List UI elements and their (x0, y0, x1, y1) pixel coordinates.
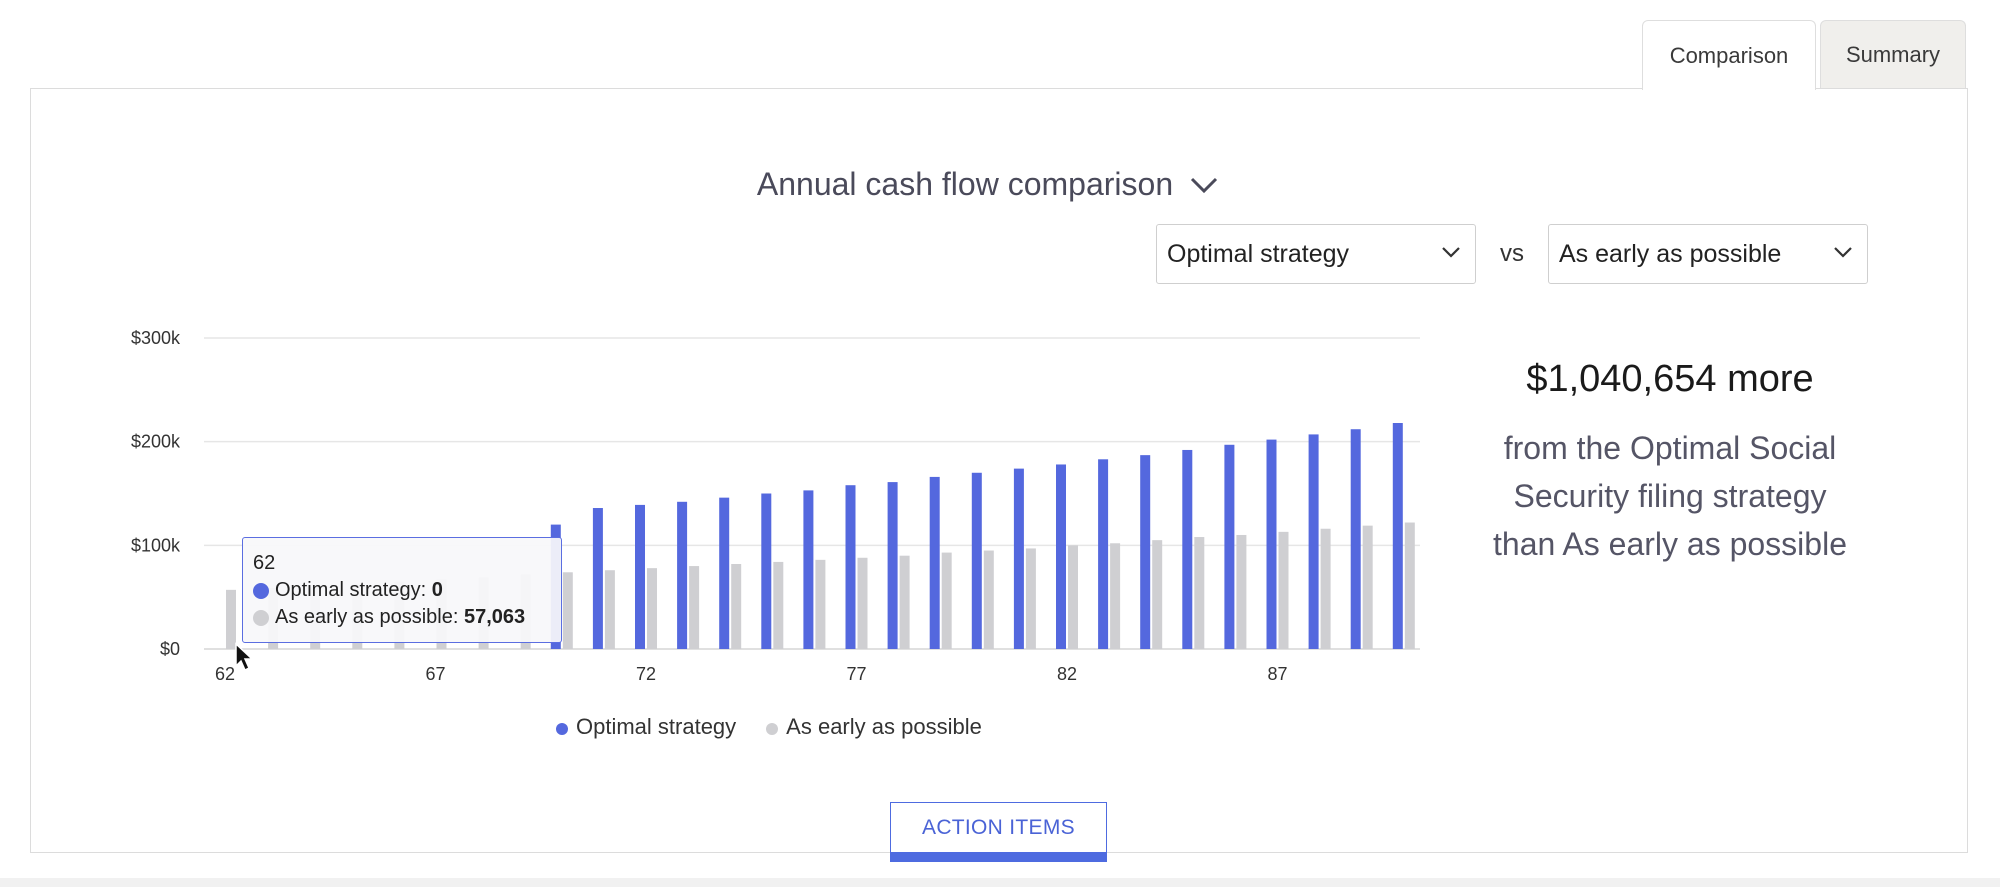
x-tick-label: 67 (425, 664, 445, 684)
tooltip-row-early: As early as possible: 57,063 (253, 604, 551, 631)
bar-optimal[interactable] (1182, 449, 1193, 649)
action-items-button[interactable]: ACTION ITEMS (890, 802, 1107, 862)
bar-early[interactable] (1320, 528, 1331, 649)
tooltip-label-optimal: Optimal strategy: 0 (275, 579, 443, 601)
bar-optimal[interactable] (1266, 439, 1277, 649)
x-tick-label: 87 (1267, 664, 1287, 684)
chart-tooltip: 62 Optimal strategy: 0 As early as possi… (242, 537, 562, 643)
bar-early[interactable] (941, 552, 952, 649)
bar-early[interactable] (689, 566, 700, 649)
bar-optimal[interactable] (845, 485, 856, 649)
bar-optimal[interactable] (803, 490, 814, 649)
tab-comparison[interactable]: Comparison (1642, 20, 1816, 90)
x-tick-label: 82 (1057, 664, 1077, 684)
bar-early[interactable] (604, 570, 615, 649)
bar-optimal[interactable] (1350, 429, 1361, 649)
bar-early[interactable] (899, 555, 910, 649)
x-tick-label: 77 (846, 664, 866, 684)
bar-early[interactable] (731, 563, 742, 649)
legend-item-early[interactable]: As early as possible (766, 714, 982, 740)
bar-optimal[interactable] (1056, 464, 1066, 649)
summary-amount: $1,040,654 more (1526, 358, 1814, 400)
bar-optimal[interactable] (929, 476, 940, 649)
bar-early[interactable] (815, 559, 826, 649)
y-tick-label: $200k (131, 432, 181, 452)
bar-optimal[interactable] (761, 493, 772, 650)
summary-line-3: than As early as possible (1493, 526, 1847, 562)
bar-optimal[interactable] (1098, 459, 1109, 649)
y-tick-label: $0 (160, 639, 180, 659)
bar-early[interactable] (983, 550, 994, 649)
bar-early[interactable] (857, 557, 868, 649)
bar-optimal[interactable] (719, 497, 730, 649)
bar-early[interactable] (1278, 531, 1289, 649)
bar-early[interactable] (1236, 534, 1247, 649)
tooltip-dot-early (253, 609, 269, 626)
tooltip-dot-optimal (253, 582, 269, 599)
tooltip-title: 62 (253, 552, 276, 574)
tooltip-row-optimal: Optimal strategy: 0 (253, 577, 551, 604)
legend-item-optimal[interactable]: Optimal strategy (556, 714, 736, 740)
bar-early[interactable] (647, 568, 657, 649)
bar-optimal[interactable] (592, 508, 603, 649)
bar-early[interactable] (1194, 537, 1205, 649)
y-tick-label: $100k (131, 535, 181, 555)
bar-early[interactable] (562, 572, 573, 649)
summary-description: from the Optimal Social Security filing … (1440, 424, 1900, 568)
bar-early[interactable] (773, 561, 784, 649)
bar-optimal[interactable] (1140, 455, 1151, 649)
tooltip-label-early: As early as possible: 57,063 (275, 606, 526, 628)
chart-legend: Optimal strategy As early as possible (556, 714, 982, 740)
bar-early[interactable] (1362, 525, 1373, 649)
bar-optimal[interactable] (677, 501, 688, 649)
legend-label-optimal: Optimal strategy (576, 714, 737, 739)
x-tick-label: 62 (215, 664, 235, 684)
bar-optimal[interactable] (1013, 468, 1024, 649)
legend-dot-early (766, 723, 779, 735)
bar-optimal[interactable] (1224, 444, 1235, 649)
bar-early[interactable] (1152, 540, 1163, 649)
bar-early[interactable] (1404, 522, 1415, 649)
legend-label-early: As early as possible (786, 714, 982, 739)
bar-optimal[interactable] (1308, 434, 1319, 649)
bar-optimal[interactable] (887, 482, 898, 649)
bar-early[interactable] (1110, 543, 1121, 649)
legend-dot-optimal (556, 723, 568, 735)
mouse-pointer-icon (235, 642, 254, 672)
bar-optimal[interactable] (635, 504, 645, 649)
bar-early[interactable] (226, 589, 236, 649)
bar-early[interactable] (1025, 548, 1036, 649)
y-tick-label: $300k (131, 328, 181, 348)
bar-optimal[interactable] (971, 472, 982, 649)
summary-line-1: from the Optimal Social (1503, 430, 1837, 466)
bar-optimal[interactable] (1392, 423, 1403, 649)
x-tick-label: 72 (636, 664, 656, 684)
summary-line-2: Security filing strategy (1513, 478, 1827, 514)
bar-early[interactable] (1068, 545, 1078, 649)
